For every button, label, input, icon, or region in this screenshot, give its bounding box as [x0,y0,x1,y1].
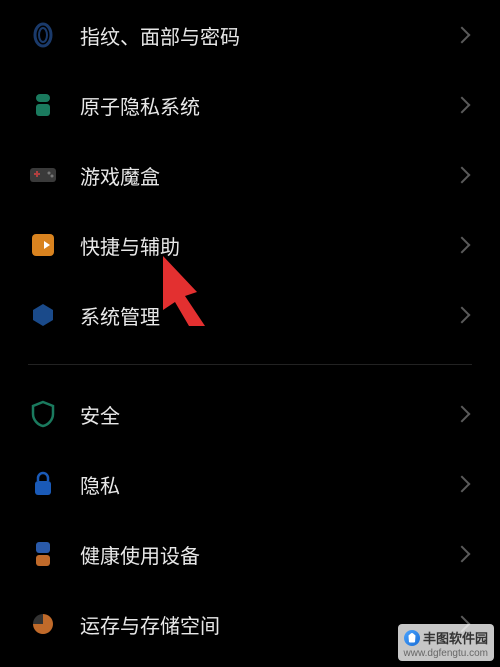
gamepad-icon [28,160,58,190]
item-label: 安全 [80,400,456,429]
chevron-right-icon [454,406,471,423]
item-label: 游戏魔盒 [80,161,456,190]
storage-icon [28,609,58,639]
item-privacy[interactable]: 隐私 [0,449,500,519]
item-fingerprint-face-password[interactable]: 指纹、面部与密码 [0,0,500,70]
item-label: 原子隐私系统 [80,91,456,120]
section-divider [28,364,472,365]
item-label: 隐私 [80,470,456,499]
hexagon-icon [28,300,58,330]
chevron-right-icon [454,476,471,493]
item-label: 指纹、面部与密码 [80,21,456,50]
item-label: 系统管理 [80,301,456,330]
item-shortcut-accessibility[interactable]: 快捷与辅助 [0,210,500,280]
lock-icon [28,469,58,499]
watermark-logo-icon [404,630,420,646]
chevron-right-icon [454,27,471,44]
arrow-square-icon [28,230,58,260]
fingerprint-icon [28,20,58,50]
chevron-right-icon [454,237,471,254]
item-digital-wellbeing[interactable]: 健康使用设备 [0,519,500,589]
item-label: 快捷与辅助 [80,231,456,260]
item-label: 健康使用设备 [80,540,456,569]
item-system-management[interactable]: 系统管理 [0,280,500,350]
item-game-box[interactable]: 游戏魔盒 [0,140,500,210]
shield-icon [28,399,58,429]
watermark: 丰图软件园 www.dgfengtu.com [398,624,495,661]
item-security[interactable]: 安全 [0,379,500,449]
settings-list: 指纹、面部与密码 原子隐私系统 游戏魔盒 快捷与辅助 系统管理 [0,0,500,659]
chevron-right-icon [454,546,471,563]
chevron-right-icon [454,97,471,114]
device-health-icon [28,539,58,569]
atom-icon [28,90,58,120]
watermark-name: 丰图软件园 [423,628,488,647]
item-atomic-privacy-system[interactable]: 原子隐私系统 [0,70,500,140]
chevron-right-icon [454,167,471,184]
watermark-url: www.dgfengtu.com [404,648,489,659]
chevron-right-icon [454,307,471,324]
